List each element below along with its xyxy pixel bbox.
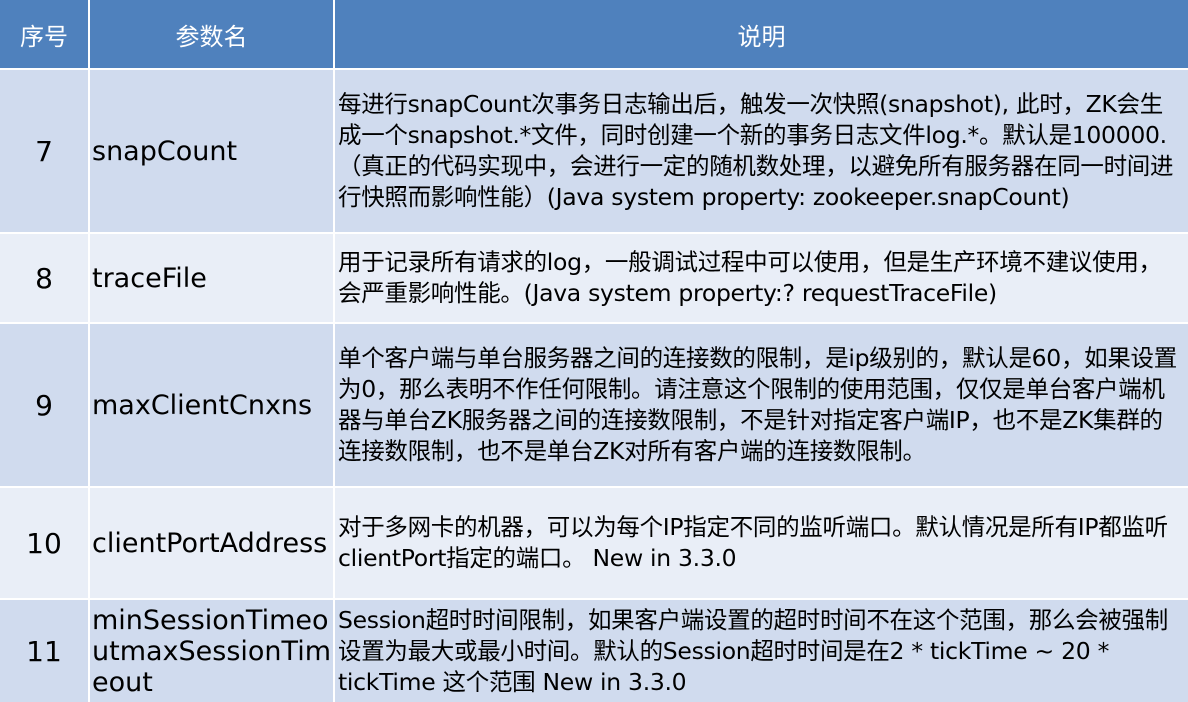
row-description: 对于多网卡的机器，可以为每个IP指定不同的监听端口。默认情况是所有IP都监听 c… — [338, 513, 1168, 572]
table-row: 11 minSessionTimeoutmaxSessionTimeout Se… — [0, 598, 1188, 702]
table-row: 10 clientPortAddress 对于多网卡的机器，可以为每个IP指定不… — [0, 486, 1188, 598]
row-index: 8 — [35, 261, 53, 295]
parameter-table: 序号 参数名 说明 7 snapCount 每进行snapCount次事务日志输… — [0, 0, 1188, 702]
header-description: 说明 — [737, 22, 786, 51]
row-param-name: minSessionTimeoutmaxSessionTimeout — [92, 604, 332, 698]
row-param-name: traceFile — [92, 262, 207, 294]
row-description: 单个客户端与单台服务器之间的连接数的限制，是ip级别的，默认是60，如果设置为0… — [338, 344, 1177, 465]
row-description: 每进行snapCount次事务日志输出后，触发一次快照(snapshot), 此… — [338, 90, 1174, 211]
row-param-name: snapCount — [92, 135, 238, 167]
row-index: 10 — [26, 526, 62, 560]
table-header-row: 序号 参数名 说明 — [0, 0, 1188, 68]
row-description: Session超时时间限制，如果客户端设置的超时时间不在这个范围，那么会被强制设… — [338, 605, 1168, 696]
table-row: 8 traceFile 用于记录所有请求的log，一般调试过程中可以使用，但是生… — [0, 232, 1188, 322]
table-row: 9 maxClientCnxns 单个客户端与单台服务器之间的连接数的限制，是i… — [0, 322, 1188, 486]
row-param-name: maxClientCnxns — [92, 389, 313, 421]
row-param-name: clientPortAddress — [92, 527, 328, 559]
row-index: 11 — [26, 634, 62, 668]
row-index: 7 — [35, 134, 53, 168]
table-row: 7 snapCount 每进行snapCount次事务日志输出后，触发一次快照(… — [0, 68, 1188, 232]
row-index: 9 — [35, 388, 53, 422]
header-index: 序号 — [0, 0, 90, 68]
row-description: 用于记录所有请求的log，一般调试过程中可以使用，但是生产环境不建议使用，会严重… — [338, 248, 1162, 307]
header-param-name: 参数名 — [90, 0, 335, 68]
